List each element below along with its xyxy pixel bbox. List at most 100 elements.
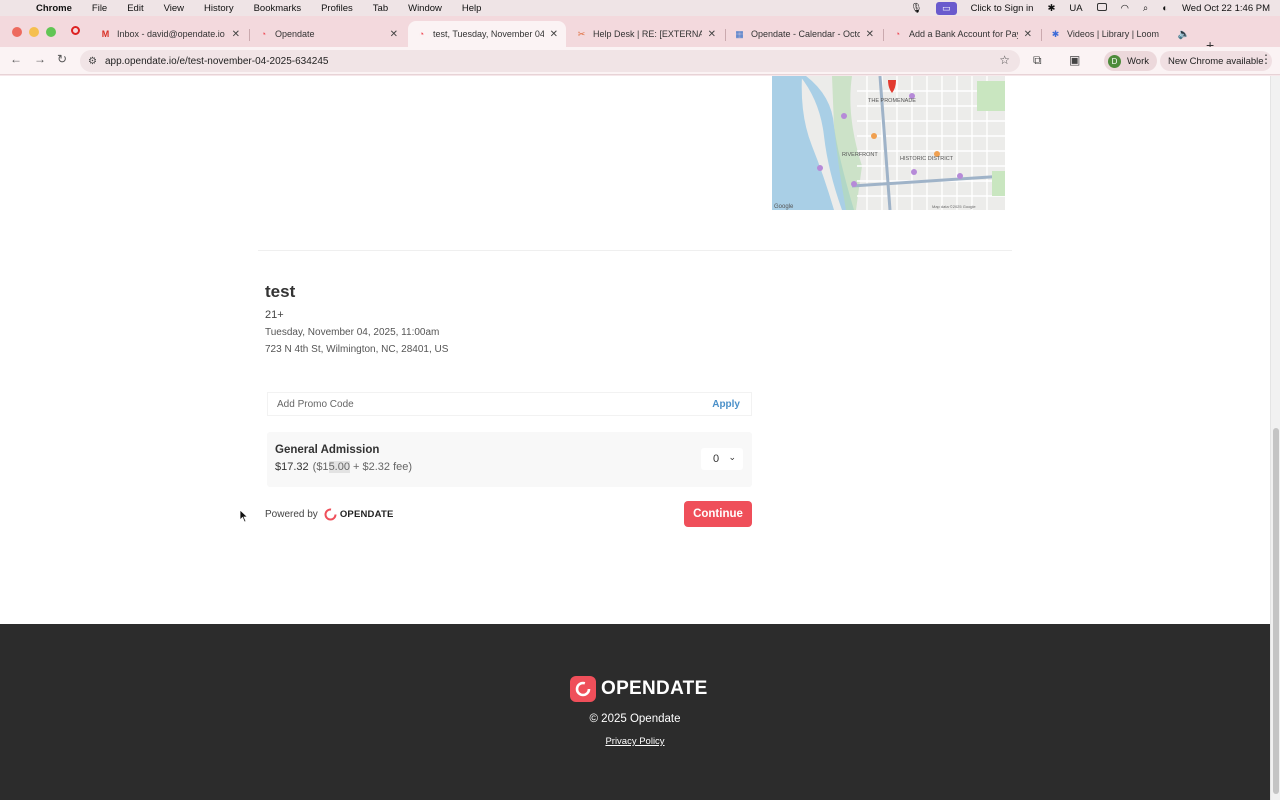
tab-loom[interactable]: ✱ Videos | Library | Loom 🔈 bbox=[1042, 21, 1198, 47]
mouse-cursor-icon bbox=[239, 509, 249, 523]
tab-event-active[interactable]: ◔ test, Tuesday, November 04, ✕ bbox=[408, 21, 566, 47]
opendate-icon: ◔ bbox=[260, 29, 267, 39]
menu-file[interactable]: File bbox=[92, 3, 107, 14]
menu-help[interactable]: Help bbox=[462, 3, 482, 14]
scrollbar-thumb[interactable] bbox=[1273, 428, 1279, 794]
venue-map[interactable]: THE PROMENADE RIVERFRONT HISTORIC DISTRI… bbox=[772, 76, 1005, 210]
address-bar[interactable]: ⚙ app.opendate.io/e/test-november-04-202… bbox=[80, 50, 1020, 72]
footer-logo[interactable]: OPENDATE bbox=[570, 676, 708, 702]
more-menu-icon[interactable]: ⋮ bbox=[1260, 52, 1272, 66]
minimize-window-button[interactable] bbox=[29, 27, 39, 37]
close-tab-icon[interactable]: ✕ bbox=[1024, 29, 1032, 40]
opendate-logo-small[interactable]: OPENDATE bbox=[324, 508, 394, 521]
menu-view[interactable]: View bbox=[164, 3, 184, 14]
event-age-restriction: 21+ bbox=[265, 309, 284, 321]
click-to-sign-in[interactable]: Click to Sign in bbox=[971, 3, 1034, 14]
macos-menubar: Chrome File Edit View History Bookmarks … bbox=[0, 0, 1280, 16]
apply-promo-button[interactable]: Apply bbox=[712, 399, 740, 410]
tab-opendate[interactable]: ◔ Opendate ✕ bbox=[250, 21, 406, 47]
event-title: test bbox=[265, 282, 296, 301]
reload-icon[interactable]: ↻ bbox=[57, 52, 67, 66]
chevron-down-icon: ⌄ bbox=[728, 452, 736, 462]
side-panel-icon[interactable]: ▣ bbox=[1069, 53, 1080, 67]
avatar: D bbox=[1108, 54, 1121, 68]
menu-window[interactable]: Window bbox=[408, 3, 442, 14]
spotlight-search-icon[interactable]: ⌕ bbox=[1143, 3, 1148, 14]
new-chrome-available-button[interactable]: New Chrome available bbox=[1160, 51, 1272, 71]
input-source[interactable]: UA bbox=[1069, 3, 1082, 14]
page-scrollbar[interactable] bbox=[1270, 76, 1280, 800]
opendate-logo-icon bbox=[324, 508, 337, 521]
ticket-quantity-value: 0 bbox=[713, 453, 720, 465]
close-tab-icon[interactable]: ✕ bbox=[550, 29, 558, 40]
forward-icon[interactable]: → bbox=[34, 52, 46, 66]
tab-inbox[interactable]: M Inbox - david@opendate.io - ✕ bbox=[92, 21, 248, 47]
menu-profiles[interactable]: Profiles bbox=[321, 3, 353, 14]
bookmark-star-icon[interactable]: ☆ bbox=[999, 53, 1010, 67]
extensions-icon[interactable]: ⧉ bbox=[1033, 53, 1042, 68]
ticket-row-general-admission: General Admission $17.32 ($15.00 + $2.32 … bbox=[267, 432, 752, 487]
browser-toolbar: ← → ↻ ⚙ app.opendate.io/e/test-november-… bbox=[0, 47, 1280, 75]
menu-bookmarks[interactable]: Bookmarks bbox=[254, 3, 302, 14]
menu-app-name[interactable]: Chrome bbox=[36, 3, 72, 14]
profile-button[interactable]: D Work bbox=[1104, 51, 1157, 71]
ticket-total-price: $17.32 bbox=[275, 461, 309, 473]
powered-by: Powered by OPENDATE bbox=[265, 508, 394, 521]
selected-text-highlight: 5.00 bbox=[328, 461, 350, 473]
menu-history[interactable]: History bbox=[204, 3, 234, 14]
battery-icon[interactable] bbox=[1096, 2, 1107, 14]
opendate-icon: ◔ bbox=[894, 29, 901, 39]
tab-bank-account[interactable]: ◔ Add a Bank Account for Payo ✕ bbox=[884, 21, 1040, 47]
map-image: THE PROMENADE RIVERFRONT HISTORIC DISTRI… bbox=[772, 76, 1005, 210]
page-footer: OPENDATE © 2025 Opendate Privacy Policy bbox=[0, 624, 1270, 800]
close-tab-icon[interactable]: ✕ bbox=[232, 29, 240, 40]
map-google-logo: Google bbox=[774, 204, 794, 210]
menu-edit[interactable]: Edit bbox=[127, 3, 143, 14]
opendate-logo-icon bbox=[570, 676, 596, 702]
menubar-clock[interactable]: Wed Oct 22 1:46 PM bbox=[1182, 3, 1270, 14]
speaker-icon[interactable]: 🔈 bbox=[1178, 29, 1190, 40]
promo-code-input[interactable] bbox=[268, 398, 688, 410]
microphone-icon[interactable]: 🎙 bbox=[910, 3, 922, 14]
recording-icon[interactable] bbox=[71, 26, 80, 35]
event-address: 723 N 4th St, Wilmington, NC, 28401, US bbox=[265, 344, 449, 355]
wifi-icon[interactable]: ◠ bbox=[1121, 3, 1129, 14]
powered-by-label: Powered by bbox=[265, 509, 318, 520]
ticket-quantity-select[interactable]: 0 ⌄ bbox=[701, 448, 743, 470]
tab-helpdesk[interactable]: ✂ Help Desk | RE: [EXTERNAL] ✕ bbox=[568, 21, 724, 47]
maximize-window-button[interactable] bbox=[46, 27, 56, 37]
close-tab-icon[interactable]: ✕ bbox=[390, 29, 398, 40]
footer-copyright: © 2025 Opendate bbox=[589, 713, 681, 725]
map-attribution: Map data ©2025 Google bbox=[932, 204, 976, 209]
promo-code-row: Apply bbox=[267, 392, 752, 416]
tab-strip: M Inbox - david@opendate.io - ✕ ◔ Openda… bbox=[0, 16, 1280, 53]
continue-button[interactable]: Continue bbox=[684, 501, 752, 527]
close-window-button[interactable] bbox=[12, 27, 22, 37]
ticket-name: General Admission bbox=[275, 444, 380, 456]
menu-tab[interactable]: Tab bbox=[373, 3, 388, 14]
footer-wordmark: OPENDATE bbox=[601, 678, 708, 699]
back-icon[interactable]: ← bbox=[10, 52, 22, 66]
loom-icon: ✱ bbox=[1051, 28, 1060, 39]
tab-calendar[interactable]: ▦ Opendate - Calendar - Octob ✕ bbox=[726, 21, 882, 47]
control-center-icon[interactable]: ◐ bbox=[1162, 3, 1168, 14]
privacy-policy-link[interactable]: Privacy Policy bbox=[0, 736, 1270, 747]
bluetooth-icon[interactable]: ✱ bbox=[1047, 3, 1055, 14]
url-text: app.opendate.io/e/test-november-04-2025-… bbox=[104, 55, 329, 67]
ticket-price-breakdown: ($15.00 + $2.32 fee) bbox=[312, 461, 413, 473]
ticket-price-line: $17.32 ($15.00 + $2.32 fee) bbox=[275, 461, 412, 473]
page-viewport: THE PROMENADE RIVERFRONT HISTORIC DISTRI… bbox=[0, 76, 1270, 800]
site-info-icon[interactable]: ⚙ bbox=[88, 56, 97, 67]
screen-share-icon[interactable]: ▭ bbox=[936, 1, 957, 15]
map-label-riverfront: RIVERFRONT bbox=[842, 152, 878, 158]
opendate-wordmark-small: OPENDATE bbox=[339, 509, 394, 520]
window-controls bbox=[12, 27, 56, 37]
gmail-icon: M bbox=[101, 29, 110, 39]
opendate-icon: ◔ bbox=[418, 29, 425, 39]
helpdesk-icon: ✂ bbox=[577, 28, 586, 39]
profile-name: Work bbox=[1127, 55, 1149, 67]
event-datetime: Tuesday, November 04, 2025, 11:00am bbox=[265, 327, 440, 338]
map-label-historic-district: HISTORIC DISTRICT bbox=[900, 156, 954, 162]
close-tab-icon[interactable]: ✕ bbox=[708, 29, 716, 40]
close-tab-icon[interactable]: ✕ bbox=[866, 29, 874, 40]
